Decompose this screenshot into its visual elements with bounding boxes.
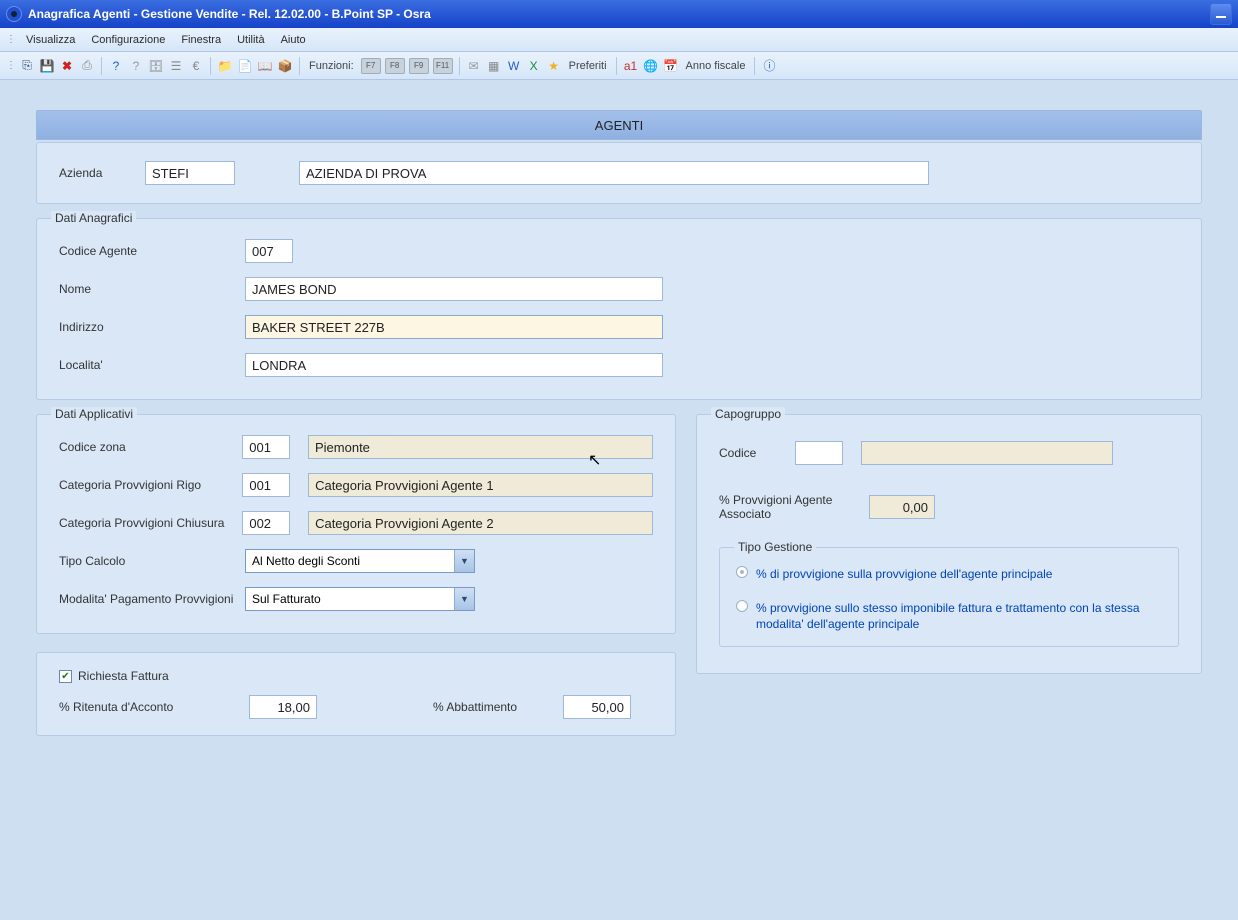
indirizzo-input[interactable]	[245, 315, 663, 339]
zona-label: Codice zona	[59, 440, 242, 454]
globe-icon[interactable]: 🌐	[642, 57, 660, 75]
richiesta-fattura-label: Richiesta Fattura	[78, 669, 169, 683]
menu-configurazione[interactable]: Configurazione	[83, 32, 173, 48]
abbattimento-label: % Abbattimento	[433, 700, 563, 714]
modalita-value: Sul Fatturato	[252, 592, 321, 606]
exit-icon[interactable]: ⎘	[18, 57, 36, 75]
abbattimento-input[interactable]	[563, 695, 631, 719]
funzioni-label: Funzioni:	[305, 60, 358, 72]
azienda-code-input[interactable]	[145, 161, 235, 185]
capogruppo-codice-input[interactable]	[795, 441, 843, 465]
nome-input[interactable]	[245, 277, 663, 301]
nome-label: Nome	[59, 282, 245, 296]
db-icon[interactable]: 🗄	[147, 57, 165, 75]
dati-applicativi-fieldset: Dati Applicativi Codice zona Categoria P…	[36, 414, 676, 634]
cat-chiusura-code-input[interactable]	[242, 511, 290, 535]
capogruppo-codice-label: Codice	[719, 446, 795, 460]
indirizzo-label: Indirizzo	[59, 320, 245, 334]
f9-key[interactable]: F9	[409, 58, 429, 74]
word-icon[interactable]: W	[505, 57, 523, 75]
tipo-calcolo-value: Al Netto degli Sconti	[252, 554, 360, 568]
window-title: Anagrafica Agenti - Gestione Vendite - R…	[28, 7, 431, 21]
doc-icon[interactable]: 📄	[236, 57, 254, 75]
menu-aiuto[interactable]: Aiuto	[273, 32, 314, 48]
font-icon[interactable]: a1	[622, 57, 640, 75]
cat-chiusura-label: Categoria Provvigioni Chiusura	[59, 516, 242, 530]
content-area: AGENTI Azienda Dati Anagrafici Codice Ag…	[0, 80, 1238, 920]
codice-agente-input[interactable]	[245, 239, 293, 263]
codice-agente-label: Codice Agente	[59, 244, 245, 258]
book-icon[interactable]: 📖	[256, 57, 274, 75]
menubar: ⋮ Visualizza Configurazione Finestra Uti…	[0, 28, 1238, 52]
minimize-button[interactable]	[1210, 3, 1232, 25]
print-icon[interactable]: ⎙	[78, 57, 96, 75]
capogruppo-fieldset: Capogruppo Codice % Provvigioni Agente A…	[696, 414, 1202, 674]
star-icon[interactable]: ★	[545, 57, 563, 75]
ritenuta-input[interactable]	[249, 695, 317, 719]
richiesta-fattura-checkbox[interactable]: ✔	[59, 670, 72, 683]
f8-key[interactable]: F8	[385, 58, 405, 74]
capogruppo-legend: Capogruppo	[711, 407, 785, 421]
tipo-gestione-radio-2[interactable]	[736, 600, 748, 612]
tipo-gestione-radio-1[interactable]	[736, 566, 748, 578]
excel-icon[interactable]: X	[525, 57, 543, 75]
tipo-gestione-opt2: % provvigione sullo stesso imponibile fa…	[756, 600, 1162, 632]
anno-fiscale-label[interactable]: Anno fiscale	[682, 60, 750, 72]
menubar-grip: ⋮	[6, 34, 14, 45]
euro-icon[interactable]: €	[187, 57, 205, 75]
f11-key[interactable]: F11	[433, 58, 453, 74]
fattura-fieldset: ✔ Richiesta Fattura % Ritenuta d'Acconto…	[36, 652, 676, 736]
zona-code-input[interactable]	[242, 435, 290, 459]
localita-input[interactable]	[245, 353, 663, 377]
delete-icon[interactable]: ✖	[58, 57, 76, 75]
cat-rigo-code-input[interactable]	[242, 473, 290, 497]
help-icon[interactable]: ?	[107, 57, 125, 75]
cat-rigo-desc-input	[308, 473, 653, 497]
ritenuta-label: % Ritenuta d'Acconto	[59, 700, 249, 714]
dati-anagrafici-fieldset: Dati Anagrafici Codice Agente Nome Indir…	[36, 218, 1202, 400]
zona-desc-input	[308, 435, 653, 459]
package-icon[interactable]: 📦	[276, 57, 294, 75]
modalita-select[interactable]: Sul Fatturato ▼	[245, 587, 475, 611]
modalita-label: Modalita' Pagamento Provvigioni	[59, 592, 245, 606]
chevron-down-icon: ▼	[454, 550, 474, 572]
list-icon[interactable]: ☰	[167, 57, 185, 75]
tipo-gestione-opt1: % di provvigione sulla provvigione dell'…	[756, 566, 1052, 582]
localita-label: Localita'	[59, 358, 245, 372]
toolbar-grip: ⋮	[6, 60, 14, 71]
azienda-name-input[interactable]	[299, 161, 929, 185]
applicativi-legend: Dati Applicativi	[51, 407, 137, 421]
anagrafici-legend: Dati Anagrafici	[51, 211, 136, 225]
f7-key[interactable]: F7	[361, 58, 381, 74]
perc-provv-label: % Provvigioni Agente Associato	[719, 493, 869, 521]
menu-utilita[interactable]: Utilità	[229, 32, 273, 48]
save-icon[interactable]: 💾	[38, 57, 56, 75]
tipo-gestione-legend: Tipo Gestione	[734, 540, 816, 554]
cat-rigo-label: Categoria Provvigioni Rigo	[59, 478, 242, 492]
azienda-panel: Azienda	[36, 142, 1202, 204]
azienda-label: Azienda	[59, 166, 135, 180]
tipo-gestione-fieldset: Tipo Gestione % di provvigione sulla pro…	[719, 547, 1179, 647]
app-icon	[6, 6, 22, 22]
folder-icon[interactable]: 📁	[216, 57, 234, 75]
toolbar: ⋮ ⎘ 💾 ✖ ⎙ ? ? 🗄 ☰ € 📁 📄 📖 📦 Funzioni: F7…	[0, 52, 1238, 80]
menu-visualizza[interactable]: Visualizza	[18, 32, 83, 48]
cat-chiusura-desc-input	[308, 511, 653, 535]
perc-provv-input[interactable]	[869, 495, 935, 519]
menu-finestra[interactable]: Finestra	[173, 32, 229, 48]
titlebar: Anagrafica Agenti - Gestione Vendite - R…	[0, 0, 1238, 28]
panel-header: AGENTI	[36, 110, 1202, 140]
capogruppo-desc-input	[861, 441, 1113, 465]
tipo-calcolo-select[interactable]: Al Netto degli Sconti ▼	[245, 549, 475, 573]
web-icon[interactable]: ▦	[485, 57, 503, 75]
mail-icon[interactable]: ✉	[465, 57, 483, 75]
calendar-icon[interactable]: 📅	[662, 57, 680, 75]
tipo-calcolo-label: Tipo Calcolo	[59, 554, 245, 568]
panel-title: AGENTI	[595, 118, 643, 133]
info2-icon[interactable]: ⓘ	[760, 57, 778, 75]
preferiti-label[interactable]: Preferiti	[565, 60, 611, 72]
info-icon[interactable]: ?	[127, 57, 145, 75]
chevron-down-icon: ▼	[454, 588, 474, 610]
